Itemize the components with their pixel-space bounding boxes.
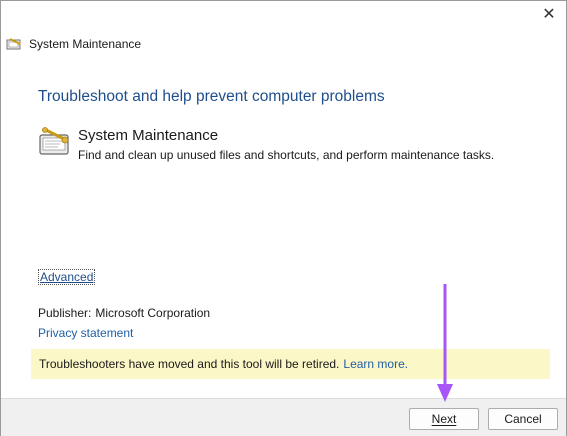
button-bar: Next Cancel: [1, 398, 566, 436]
troubleshooter-window: ✕ System Maintenance Troubleshoot and he…: [0, 0, 567, 436]
page-heading: Troubleshoot and help prevent computer p…: [38, 88, 385, 105]
cancel-button-label: Cancel: [504, 412, 542, 426]
learn-more-link[interactable]: Learn more.: [343, 357, 408, 371]
system-maintenance-icon: [6, 38, 21, 50]
annotation-arrow-icon: [437, 284, 453, 402]
notice-text: Troubleshooters have moved and this tool…: [39, 357, 340, 371]
tool-text: System Maintenance Find and clean up unu…: [78, 127, 494, 162]
tool-description: Find and clean up unused files and short…: [78, 148, 495, 162]
close-button[interactable]: ✕: [538, 5, 560, 25]
window-title: System Maintenance: [29, 37, 142, 51]
retirement-notice: Troubleshooters have moved and this tool…: [31, 349, 550, 379]
next-button-label: Next: [431, 412, 457, 426]
advanced-link[interactable]: Advanced: [38, 269, 96, 285]
tool-entry: System Maintenance Find and clean up unu…: [38, 127, 494, 162]
tool-name: System Maintenance: [78, 127, 219, 144]
maintenance-tool-icon: [39, 127, 69, 155]
next-button[interactable]: Next: [409, 408, 479, 430]
privacy-statement-link[interactable]: Privacy statement: [38, 326, 133, 340]
publisher-label: Publisher:: [38, 306, 92, 320]
close-icon: ✕: [542, 6, 556, 23]
publisher-value: Microsoft Corporation: [95, 306, 211, 320]
cancel-button[interactable]: Cancel: [488, 408, 558, 430]
publisher-info: Publisher: Microsoft Corporation: [38, 306, 210, 320]
title-bar: System Maintenance: [6, 37, 141, 51]
